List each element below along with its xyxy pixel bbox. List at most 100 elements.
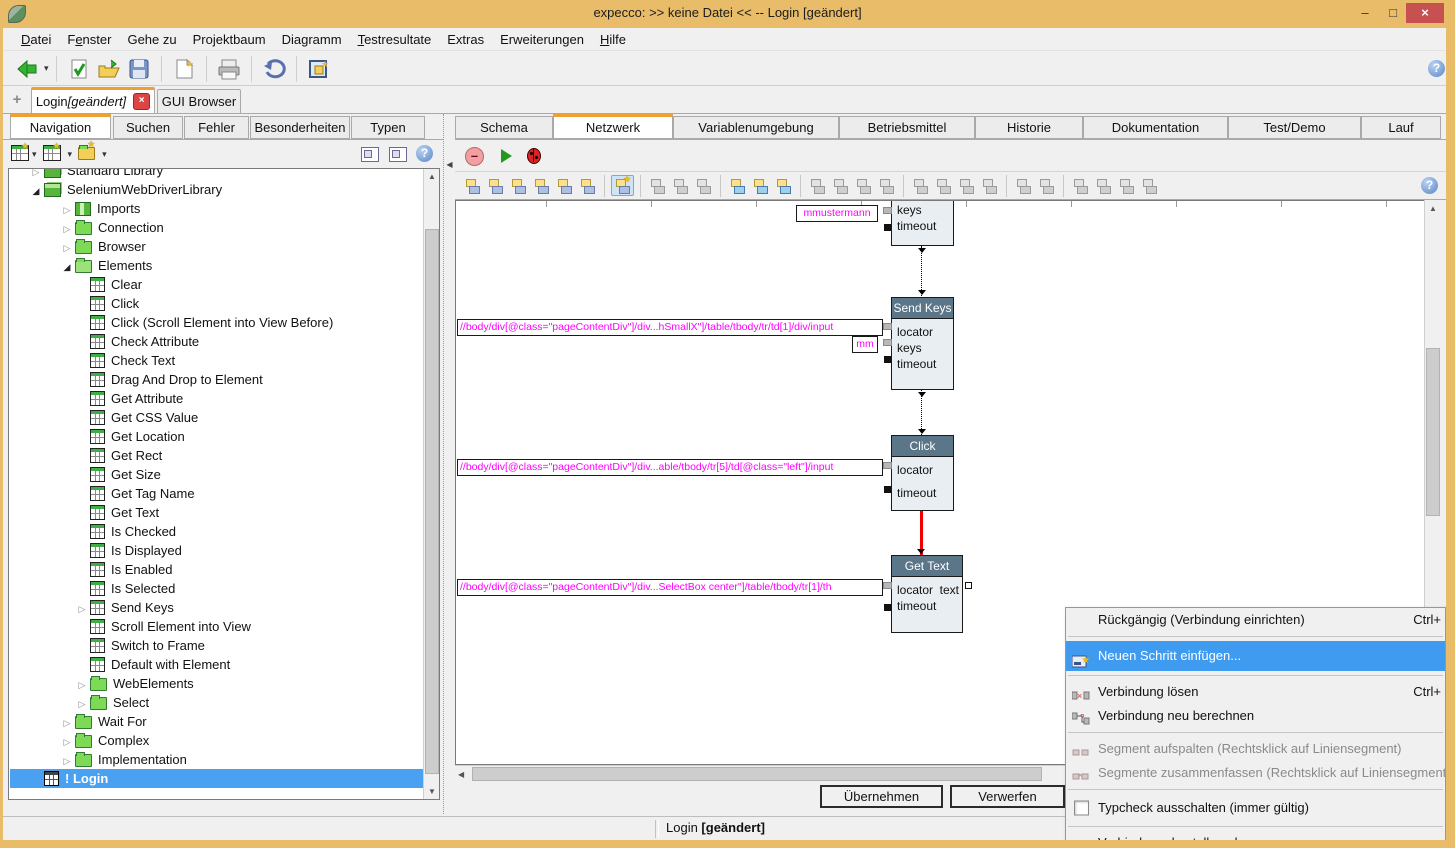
pin-connector[interactable] (883, 462, 892, 469)
pin-connector[interactable] (883, 207, 892, 214)
tree-item[interactable]: Is Selected (10, 579, 424, 598)
tree-item[interactable]: Standard Library (10, 168, 424, 180)
tab-fehler[interactable]: Fehler (184, 116, 249, 139)
reconnect-icon[interactable] (1036, 176, 1057, 195)
tree-item[interactable]: Wait For (10, 712, 424, 731)
menu-projektbaum[interactable]: Projektbaum (185, 29, 274, 50)
canvas-vscrollbar-thumb[interactable] (1426, 348, 1440, 516)
pin-left-add-icon[interactable] (910, 176, 931, 195)
menu-extras[interactable]: Extras (439, 29, 492, 50)
tree-item[interactable]: Get Tag Name (10, 484, 424, 503)
tree-item[interactable]: Click (Scroll Element into View Before) (10, 313, 424, 332)
new-document-icon[interactable]: ★ (169, 55, 199, 83)
align-center-vertical-icon[interactable] (577, 176, 598, 195)
tab-netzwerk[interactable]: Netzwerk (553, 114, 673, 139)
undo-icon[interactable] (259, 55, 289, 83)
tree-item[interactable]: Drag And Drop to Element (10, 370, 424, 389)
scroll-up-icon[interactable]: ▲ (1425, 204, 1441, 213)
tree-item[interactable]: Get Size (10, 465, 424, 484)
menu-item-insert-new-step[interactable]: ★ Neuen Schritt einfügen... (1066, 641, 1445, 671)
tab-typen[interactable]: Typen (351, 116, 425, 139)
menu-hilfe[interactable]: Hilfe (592, 29, 634, 50)
view-grid-icon[interactable]: ★ (11, 145, 29, 164)
tree-item[interactable]: Select (10, 693, 424, 712)
line-style-ortho2-icon[interactable] (1116, 176, 1137, 195)
line-style-spline-icon[interactable] (1139, 176, 1160, 195)
pin-locator[interactable]: locator (892, 324, 953, 340)
tree-item[interactable]: WebElements (10, 674, 424, 693)
pin-unconnected[interactable] (884, 486, 891, 493)
tab-test-demo[interactable]: Test/Demo (1228, 116, 1361, 139)
pin-unconnected[interactable] (884, 224, 891, 231)
pin-timeout[interactable]: timeout (892, 598, 962, 614)
pin-locator[interactable]: locator (892, 462, 953, 478)
pin-locator[interactable]: locator (897, 582, 933, 598)
pin-text-output[interactable]: text (940, 582, 959, 598)
tree-item[interactable]: Default with Element (10, 655, 424, 674)
menu-item-undo[interactable]: Rückgängig (Verbindung einrichten) Ctrl+ (1066, 608, 1445, 632)
tree-scrollbar-thumb[interactable] (425, 229, 439, 774)
reload-gui-icon[interactable]: ★ (304, 55, 334, 83)
expander-icon[interactable] (59, 220, 75, 235)
tree-item[interactable]: Clear (10, 275, 424, 294)
view-list-dropdown-icon[interactable]: ▾ (68, 149, 73, 160)
value-box[interactable]: mmustermann (796, 205, 878, 222)
expander-icon[interactable] (74, 600, 90, 615)
tab-login-close-icon[interactable]: × (133, 93, 150, 110)
expander-icon[interactable] (59, 258, 75, 273)
view-grid-dropdown-icon[interactable]: ▾ (32, 149, 37, 160)
canvas-hscrollbar-thumb[interactable] (472, 767, 1042, 781)
menu-fenster[interactable]: Fenster (59, 29, 119, 50)
tab-navigation[interactable]: Navigation (10, 114, 111, 139)
expander-icon[interactable] (28, 182, 44, 197)
navigation-help-icon[interactable]: ? (416, 145, 433, 162)
tree-item[interactable]: Elements (10, 256, 424, 275)
accept-document-icon[interactable] (64, 55, 94, 83)
pin-keys[interactable]: keys (892, 202, 953, 218)
pin-vertical-icon[interactable] (956, 176, 977, 195)
gear-disabled-icon[interactable] (807, 176, 828, 195)
menu-item-disconnect[interactable]: × Verbindung lösen Ctrl+ (1066, 680, 1445, 704)
tree-item[interactable]: Browser (10, 237, 424, 256)
menu-datei[interactable]: Datei (13, 29, 59, 50)
tree-view-icon[interactable] (389, 147, 407, 162)
expander-icon[interactable] (59, 239, 75, 254)
disconnect-icon[interactable]: × (1013, 176, 1034, 195)
tree-item[interactable]: Imports (10, 199, 424, 218)
xpath-value-box[interactable]: //body/div[@class="pageContentDiv"]/div.… (457, 459, 883, 476)
discard-button[interactable]: Verwerfen (950, 785, 1065, 808)
menu-gehe-zu[interactable]: Gehe zu (119, 29, 184, 50)
remove-breakpoints-icon[interactable]: – (465, 147, 484, 166)
menu-testresultate[interactable]: Testresultate (350, 29, 440, 50)
tree-item[interactable]: Check Attribute (10, 332, 424, 351)
tree-item[interactable]: Get Rect (10, 446, 424, 465)
add-connection-icon[interactable] (773, 176, 794, 195)
new-folder-dropdown-icon[interactable]: ▾ (102, 149, 107, 160)
tree-item[interactable]: Is Displayed (10, 541, 424, 560)
view-list-icon[interactable]: ★ (43, 145, 61, 164)
pin-connector[interactable] (883, 323, 892, 330)
tree-scrollbar[interactable]: ▲ ▼ (423, 169, 440, 799)
tab-gui-browser[interactable]: GUI Browser (157, 89, 241, 113)
expander-icon[interactable] (59, 714, 75, 729)
tree-item[interactable]: Get CSS Value (10, 408, 424, 427)
flash-exec-icon[interactable] (853, 176, 874, 195)
step-node-click[interactable]: Click locator timeout (891, 435, 954, 511)
xpath-value-box[interactable]: //body/div[@class="pageContentDiv"]/div.… (457, 319, 883, 336)
pin-connector[interactable] (883, 582, 892, 589)
toolbar-help-icon[interactable]: ? (1428, 60, 1445, 77)
typecheck-checkbox[interactable] (1074, 801, 1089, 816)
expander-icon[interactable] (59, 733, 75, 748)
menu-item-recompute-connection[interactable]: ? Verbindung neu berechnen (1066, 704, 1445, 728)
tree-item[interactable]: Get Location (10, 427, 424, 446)
apply-button[interactable]: Übernehmen (820, 785, 943, 808)
expander-icon[interactable] (28, 168, 44, 178)
maximize-button[interactable]: □ (1378, 3, 1408, 23)
align-top-icon[interactable] (508, 176, 529, 195)
line-style-ortho-icon[interactable] (1093, 176, 1114, 195)
tab-login[interactable]: Login [geändert] × (31, 87, 155, 113)
add-output-pin-icon[interactable] (750, 176, 771, 195)
tab-schema[interactable]: Schema (455, 116, 553, 139)
minimize-button[interactable]: – (1350, 3, 1380, 23)
new-step-icon[interactable]: ★ (611, 175, 634, 196)
